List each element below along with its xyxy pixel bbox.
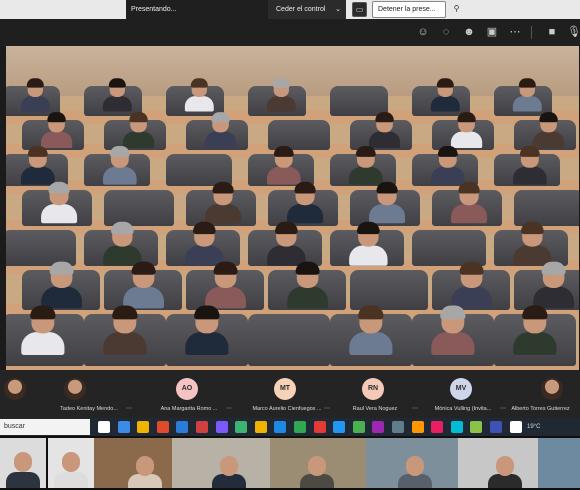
chat-icon[interactable]: ◌ bbox=[438, 24, 454, 40]
participant-tile[interactable]: RN Raul Vera Noguez ⋯ bbox=[330, 374, 420, 416]
give-control-dropdown[interactable]: Ceder el control ⌄ bbox=[268, 0, 346, 19]
screen-icon[interactable]: ▭ bbox=[352, 2, 367, 17]
reactions-icon[interactable]: ☻ bbox=[461, 24, 477, 40]
video-thumbnail[interactable] bbox=[48, 438, 94, 488]
app-icon[interactable] bbox=[470, 421, 483, 433]
avatar: MV bbox=[450, 378, 472, 400]
avatar: MT bbox=[274, 378, 296, 400]
excel-icon[interactable] bbox=[235, 421, 248, 433]
avatar: RN bbox=[362, 378, 384, 400]
video-thumbnail[interactable] bbox=[94, 438, 172, 488]
video-thumbnail[interactable] bbox=[0, 438, 46, 488]
app-icon[interactable] bbox=[411, 421, 424, 433]
avatar bbox=[4, 378, 26, 400]
presenter-bar: Presentando... Ceder el control ⌄ ▭ Dete… bbox=[0, 0, 580, 19]
seat bbox=[104, 190, 174, 226]
seat bbox=[268, 120, 330, 150]
app-icon[interactable] bbox=[431, 421, 444, 433]
participant-tile[interactable]: AO Ana Margarita Romo ... ⋯ bbox=[144, 374, 234, 416]
seat bbox=[350, 270, 428, 310]
rooms-icon[interactable]: ▣ bbox=[484, 24, 500, 40]
sheets-icon[interactable] bbox=[294, 421, 306, 433]
participant-tile[interactable]: Alberto Torres Gutierrez bbox=[501, 374, 580, 416]
chevron-down-icon: ⌄ bbox=[335, 6, 341, 13]
seat bbox=[6, 230, 76, 266]
file-explorer-icon[interactable] bbox=[137, 421, 150, 433]
whatsapp-icon[interactable] bbox=[352, 421, 365, 433]
toolbar-divider bbox=[531, 26, 532, 39]
participant-name: Mónica Vulling (Invita... bbox=[434, 406, 492, 412]
app-icon[interactable] bbox=[392, 421, 404, 433]
give-control-label: Ceder el control bbox=[276, 6, 326, 13]
meeting-toolbar: ☺ ◌ ☻ ▣ ⋯ ■ 🎙 bbox=[0, 19, 580, 46]
video-thumbnail[interactable] bbox=[458, 438, 538, 488]
word-icon[interactable] bbox=[274, 421, 287, 433]
more-icon[interactable]: ⋯ bbox=[507, 24, 523, 40]
participant-tile[interactable]: Tadeo Kenitay Mendo... ⋯ bbox=[44, 374, 134, 416]
participant-tile[interactable]: MT Marco Aurelio Cienfuegos ... ⋯ bbox=[242, 374, 332, 416]
video-thumbnail[interactable] bbox=[172, 438, 270, 488]
more-icon[interactable]: ⋯ bbox=[126, 405, 132, 412]
acrobat-icon[interactable] bbox=[313, 421, 326, 433]
chrome-icon[interactable] bbox=[117, 421, 130, 433]
video-thumbnail[interactable] bbox=[270, 438, 366, 488]
firefox-icon[interactable] bbox=[156, 421, 169, 433]
pin-icon[interactable]: ⚲ bbox=[449, 2, 464, 17]
taskbar-search[interactable]: buscar bbox=[0, 419, 90, 435]
presenting-status: Presentando... bbox=[126, 0, 268, 19]
onenote-icon[interactable] bbox=[215, 421, 228, 433]
seat bbox=[412, 230, 486, 266]
teams-icon[interactable] bbox=[333, 421, 346, 433]
more-icon[interactable]: ⋯ bbox=[226, 405, 232, 412]
participant-name: Alberto Torres Gutierrez bbox=[511, 406, 570, 412]
participants-strip: Tadeo Kenitay Mendo... ⋯ AO Ana Margarit… bbox=[0, 370, 580, 418]
pdf-icon[interactable] bbox=[196, 421, 208, 433]
app-icon[interactable] bbox=[490, 421, 502, 433]
people-icon[interactable]: ☺ bbox=[415, 24, 431, 40]
participant-tile[interactable]: MV Mónica Vulling (Invita... ⋯ bbox=[418, 374, 508, 416]
video-thumbnails bbox=[0, 436, 580, 490]
seat bbox=[330, 86, 388, 116]
video-thumbnail[interactable] bbox=[538, 438, 580, 488]
app-icon[interactable] bbox=[509, 421, 522, 433]
app-icon[interactable] bbox=[450, 421, 463, 433]
windows-taskbar: buscar 19°C bbox=[0, 418, 580, 436]
participant-name: Ana Margarita Romo ... bbox=[160, 406, 218, 412]
participant-name: Raul Vera Noguez bbox=[352, 406, 398, 412]
seat bbox=[514, 190, 579, 226]
seat bbox=[248, 314, 330, 366]
outlook-icon[interactable] bbox=[176, 421, 189, 433]
mic-icon[interactable]: 🎙 bbox=[566, 24, 580, 40]
app-icon[interactable] bbox=[372, 421, 385, 433]
avatar: AO bbox=[176, 378, 198, 400]
weather-temperature[interactable]: 19°C bbox=[527, 418, 540, 436]
video-thumbnail[interactable] bbox=[366, 438, 458, 488]
avatar bbox=[541, 378, 563, 400]
participant-name: Tadeo Kenitay Mendo... bbox=[60, 406, 118, 412]
camera-icon[interactable]: ■ bbox=[544, 24, 560, 40]
shared-video bbox=[6, 46, 579, 370]
participant-name: Marco Aurelio Cienfuegos ... bbox=[252, 406, 322, 412]
task-view-icon[interactable] bbox=[98, 421, 110, 433]
folder-icon[interactable] bbox=[254, 421, 267, 433]
avatar bbox=[64, 378, 86, 400]
stop-presenting-button[interactable]: Detener la prese... bbox=[372, 1, 446, 18]
